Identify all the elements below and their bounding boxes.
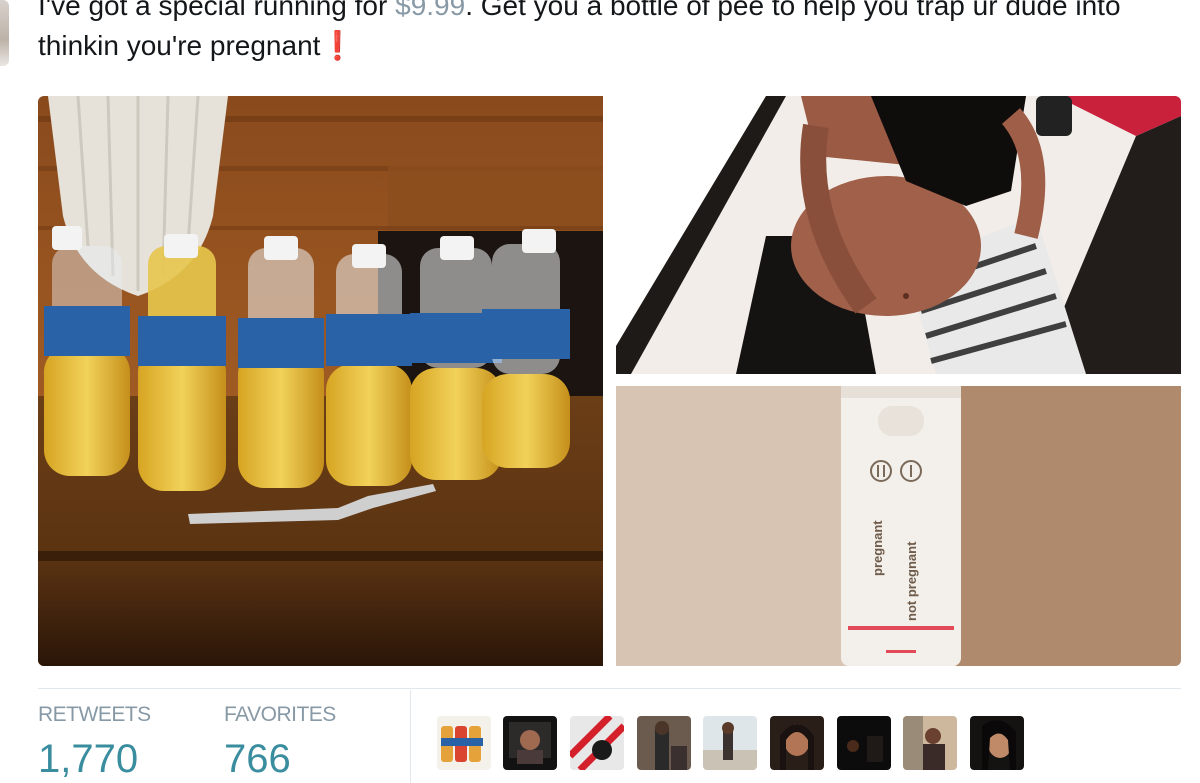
pregnant-selfie-photo[interactable] <box>616 96 1181 374</box>
tweet-text: I've got a special running for $9.99. Ge… <box>38 0 1188 66</box>
stats-divider <box>38 688 1181 689</box>
price-cashtag[interactable]: $9.99 <box>395 0 465 21</box>
retweets-label: RETWEETS <box>38 703 151 726</box>
pregnancy-test-photo[interactable]: pregnant not pregnant <box>616 386 1181 666</box>
favoriter-avatar[interactable] <box>903 716 957 770</box>
tweet-text-part1: I've got a special running for <box>38 0 388 21</box>
favoriter-avatar[interactable] <box>837 716 891 770</box>
favorites-label: FAVORITES <box>224 703 336 726</box>
test-label-not-pregnant: not pregnant <box>904 541 919 621</box>
favoriter-avatar[interactable] <box>970 716 1024 770</box>
favoriter-avatar[interactable] <box>437 716 491 770</box>
tweet-media-grid: pregnant not pregnant <box>38 96 1181 666</box>
favorites-count[interactable]: 766 <box>224 735 336 783</box>
favoriter-avatar[interactable] <box>770 716 824 770</box>
stats-vertical-divider <box>410 690 411 783</box>
favoriter-avatar[interactable] <box>703 716 757 770</box>
favorites-stat[interactable]: FAVORITES 766 <box>224 703 336 783</box>
retweets-count[interactable]: 1,770 <box>38 735 151 783</box>
test-label-pregnant: pregnant <box>870 520 885 576</box>
author-avatar[interactable] <box>0 0 9 66</box>
bottles-photo[interactable] <box>38 96 603 666</box>
favoriter-avatar[interactable] <box>570 716 624 770</box>
favoriter-avatar[interactable] <box>503 716 557 770</box>
favoriter-avatar[interactable] <box>637 716 691 770</box>
retweets-stat[interactable]: RETWEETS 1,770 <box>38 703 151 783</box>
exclamation-icon: ❗ <box>320 30 356 61</box>
